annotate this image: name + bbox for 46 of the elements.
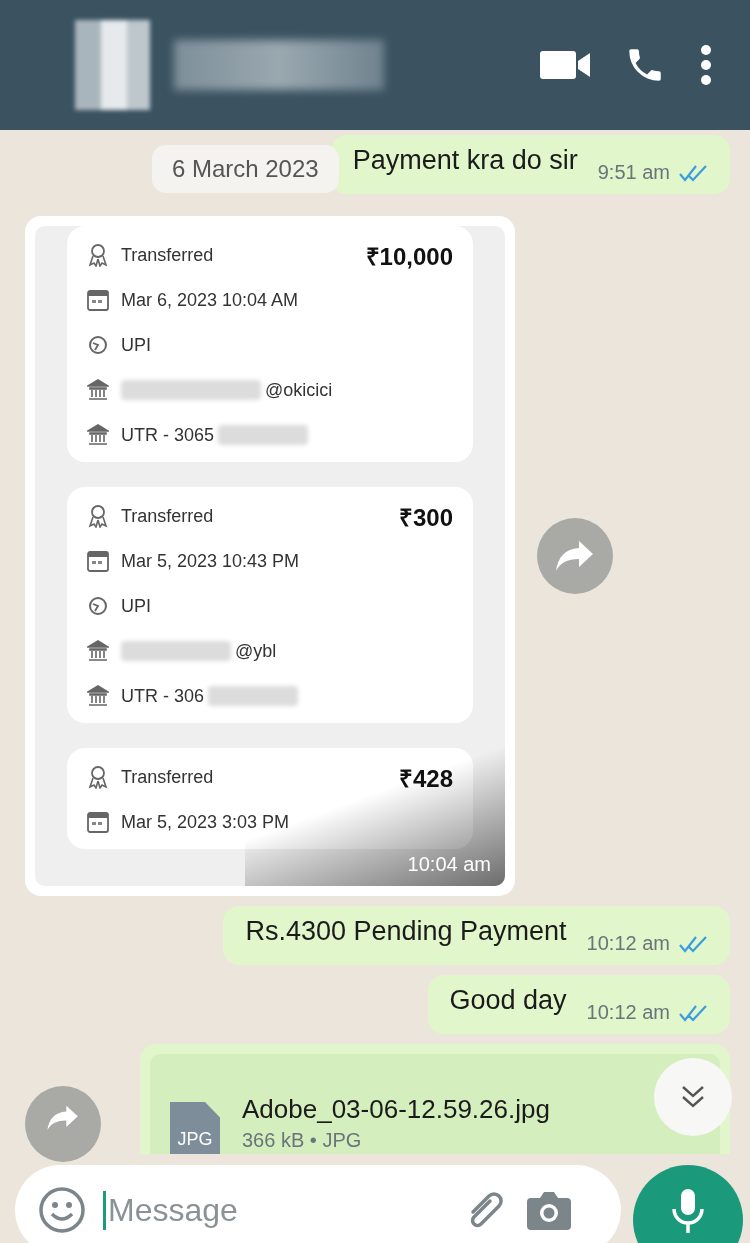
- date-time-text: Mar 5, 2023 10:43 PM: [121, 550, 300, 572]
- bank-icon: [87, 424, 109, 446]
- document-message-bubble[interactable]: JPG Adobe_03-06-12.59.26.jpg 366 kB • JPG: [140, 1044, 730, 1154]
- date-time-text: Mar 5, 2023 3:03 PM: [121, 811, 290, 833]
- bank-icon: [87, 685, 109, 707]
- calendar-icon: [87, 550, 109, 572]
- forward-arrow-icon: [46, 1104, 80, 1132]
- bank-icon: [87, 379, 109, 401]
- upi-id-text: @ybl: [235, 640, 277, 662]
- status-text: Transferred: [121, 766, 214, 788]
- calendar-icon: [87, 811, 109, 833]
- message-text: Good day: [449, 985, 567, 1017]
- message-text: Rs.4300 Pending Payment: [245, 916, 567, 948]
- award-icon: [87, 765, 109, 789]
- message-text: Payment kra do sir: [352, 145, 578, 177]
- message-time: 10:04 am: [407, 853, 491, 876]
- more-options-icon[interactable]: [700, 44, 712, 86]
- payment-method-text: UPI: [121, 595, 151, 617]
- circle-icon: [87, 595, 109, 617]
- utr-text: UTR - 3065: [121, 424, 215, 446]
- file-type-label: JPG: [177, 1129, 213, 1151]
- image-message-bubble[interactable]: Transferred ₹10,000 Mar 6, 2023 10:04 AM UPI @okicici UTR - 3065 Transferred ₹300 Mar 5, 2023 10:43 PM UPI @ybl UTR - 306 Transferred ₹428 Mar 5, 2023 3:03 PM 10:04 am: [25, 216, 515, 896]
- date-chip: 6 March 2023: [151, 145, 339, 193]
- amount-text: ₹10,000: [365, 241, 453, 272]
- amount-text: ₹428: [398, 763, 453, 794]
- message-time: 10:12 am: [586, 932, 670, 955]
- circle-icon: [87, 334, 109, 356]
- bank-icon: [87, 640, 109, 662]
- status-text: Transferred: [121, 505, 214, 527]
- emoji-icon[interactable]: [37, 1185, 87, 1235]
- forward-arrow-icon: [555, 539, 595, 573]
- voice-message-button[interactable]: [633, 1165, 743, 1243]
- upi-id-text: @okicici: [265, 379, 333, 401]
- amount-text: ₹300: [398, 502, 453, 533]
- microphone-icon: [670, 1187, 706, 1235]
- message-time: 10:12 am: [586, 1001, 670, 1024]
- payment-method-text: UPI: [121, 334, 151, 356]
- date-time-text: Mar 6, 2023 10:04 AM: [121, 289, 299, 311]
- file-name: Adobe_03-06-12.59.26.jpg: [242, 1094, 550, 1125]
- award-icon: [87, 504, 109, 528]
- status-text: Transferred: [121, 244, 214, 266]
- file-meta: 366 kB • JPG: [242, 1129, 363, 1152]
- message-time: 9:51 am: [597, 161, 670, 184]
- utr-text: UTR - 306: [121, 685, 205, 707]
- award-icon: [87, 243, 109, 267]
- calendar-icon: [87, 289, 109, 311]
